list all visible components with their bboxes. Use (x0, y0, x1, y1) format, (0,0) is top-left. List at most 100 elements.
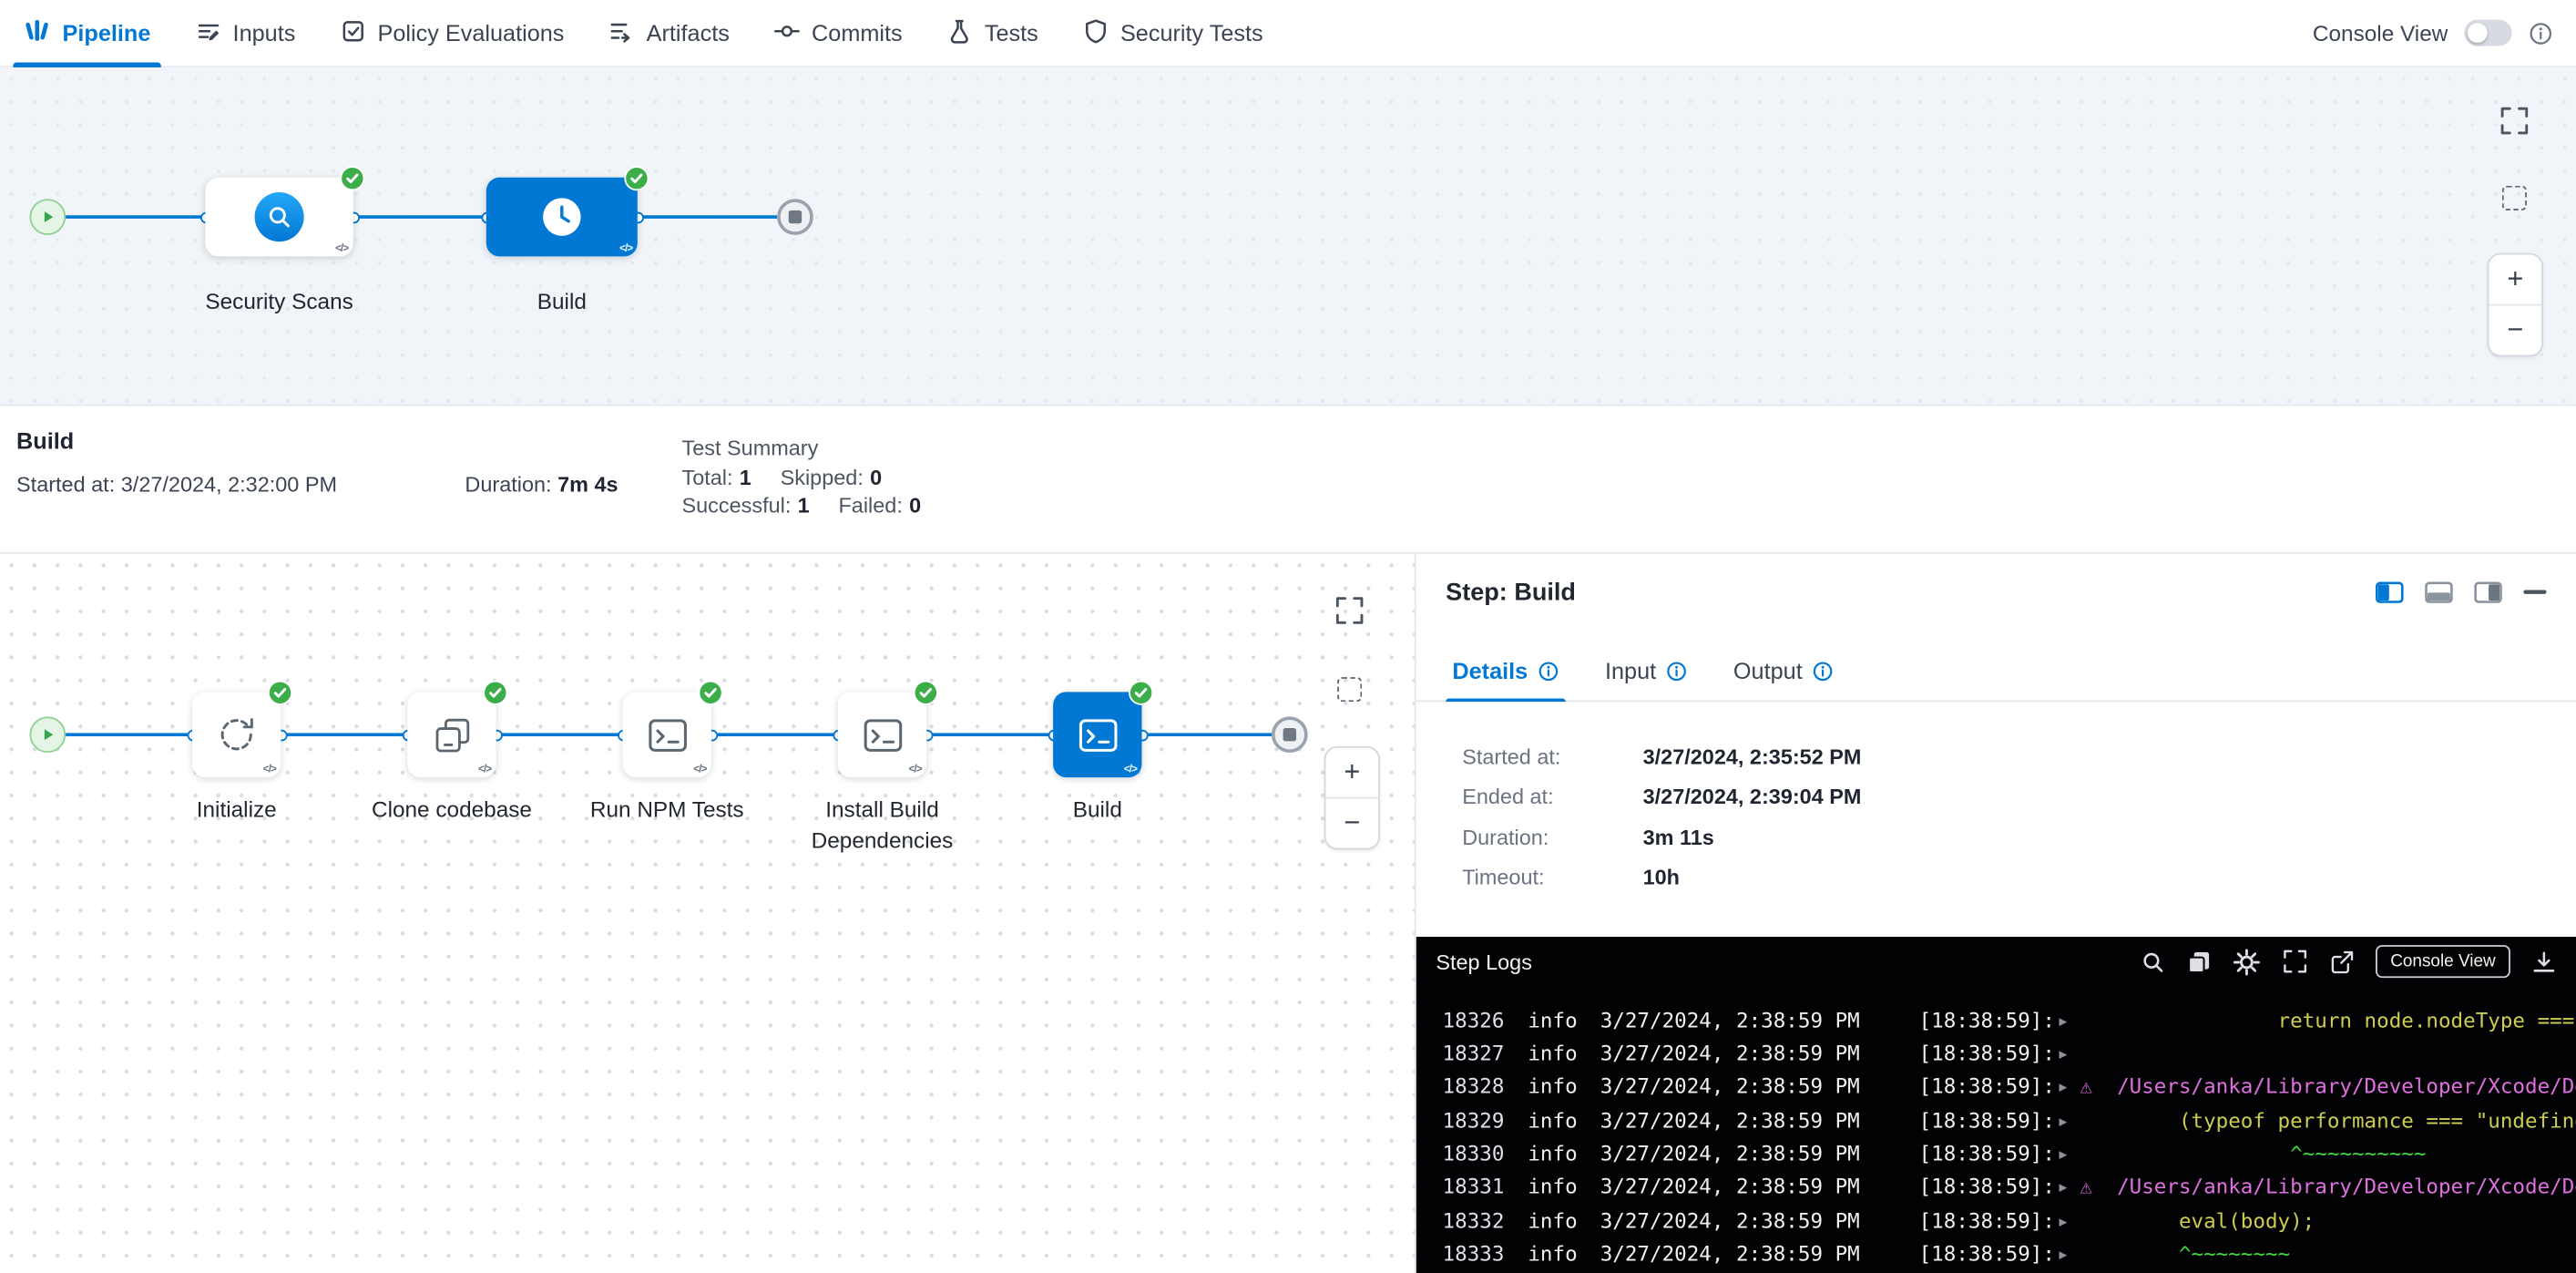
layout-split-left-icon[interactable] (2376, 581, 2404, 602)
log-line: 18327 info 3/27/2024, 2:38:59 PM [18:38:… (1416, 1036, 2576, 1070)
selection-tool-button[interactable] (2502, 186, 2527, 210)
shield-icon (1082, 17, 1109, 48)
log-expand-arrow[interactable]: ▸ (2057, 1041, 2080, 1065)
detail-row-started: Started at:3/27/2024, 2:35:52 PM (1462, 744, 1861, 769)
log-line: 18332 info 3/27/2024, 2:38:59 PM [18:38:… (1416, 1203, 2576, 1237)
tab-details[interactable]: Details (1452, 641, 1559, 700)
tab-tests[interactable]: Tests (946, 0, 1038, 67)
zoom-out-button[interactable]: − (2489, 304, 2541, 355)
log-expand-arrow[interactable]: ▸ (2057, 1174, 2080, 1198)
code-step-icon: </> (263, 765, 276, 776)
security-scan-icon (255, 192, 304, 241)
tab-artifacts-label: Artifacts (647, 20, 730, 46)
detail-row-ended: Ended at:3/27/2024, 2:39:04 PM (1462, 784, 1861, 808)
selection-tool-button[interactable] (1337, 677, 1362, 702)
tab-pipeline[interactable]: Pipeline (23, 0, 150, 67)
stop-icon (789, 210, 802, 223)
open-in-new-icon[interactable] (2329, 950, 2354, 974)
success-check-badge (268, 681, 292, 705)
log-line: 18326 info 3/27/2024, 2:38:59 PM [18:38:… (1416, 1002, 2576, 1036)
log-date: 3/27/2024, 2:38:59 PM (1600, 1107, 1906, 1132)
log-expand-arrow[interactable]: ▸ (2057, 1141, 2080, 1165)
tab-artifacts[interactable]: Artifacts (608, 0, 730, 67)
fullscreen-icon[interactable] (2282, 949, 2308, 975)
success-check-badge (483, 681, 507, 705)
minimize-panel-icon[interactable] (2523, 590, 2546, 596)
download-icon[interactable] (2531, 950, 2556, 974)
tab-commits[interactable]: Commits (774, 0, 903, 67)
tab-input[interactable]: Input (1605, 641, 1687, 700)
tab-output[interactable]: Output (1733, 641, 1834, 700)
edge (281, 733, 407, 736)
fullscreen-button[interactable] (1334, 595, 1365, 626)
zoom-controls: + − (2488, 253, 2543, 357)
summary-title: Build (16, 427, 74, 454)
log-level: info (1528, 1141, 1583, 1165)
log-timestamp: [18:38:59]: (1919, 1141, 2058, 1165)
log-expand-arrow[interactable]: ▸ (2057, 1241, 2080, 1266)
settings-gear-icon[interactable] (2233, 948, 2261, 976)
stage-node-security-scans[interactable]: </> (205, 178, 353, 257)
detail-row-duration: Duration:3m 11s (1462, 825, 1714, 849)
log-line-number: 18330 (1443, 1141, 1508, 1165)
clone-icon (431, 714, 472, 755)
info-icon (1666, 660, 1687, 681)
info-icon[interactable] (2529, 21, 2553, 46)
tab-policy-evaluations[interactable]: Policy Evaluations (340, 0, 564, 67)
console-view-toggle[interactable] (2464, 20, 2511, 46)
page: Pipeline Inputs Policy Evaluations Artif… (0, 0, 2576, 1273)
step-logs-console: Step Logs Console View (1416, 937, 2576, 1273)
tab-security-tests[interactable]: Security Tests (1082, 0, 1262, 67)
zoom-in-button[interactable]: + (1326, 748, 1379, 797)
stage-node-build[interactable]: </> (486, 178, 638, 257)
test-summary-title: Test Summary (681, 436, 818, 460)
search-icon[interactable] (2141, 950, 2165, 974)
edge (66, 215, 205, 219)
stage-node-label: Security Scans (156, 288, 403, 319)
log-expand-arrow[interactable]: ▸ (2057, 1207, 2080, 1232)
step-node-build[interactable]: </> (1053, 692, 1141, 777)
policy-check-icon (340, 17, 366, 48)
step-node-run-npm-tests[interactable]: </> (623, 692, 711, 777)
stage-pipeline-canvas[interactable]: </> Security Scans </> Build + − (0, 67, 2576, 405)
play-icon (39, 726, 56, 743)
log-line-number: 18326 (1443, 1007, 1508, 1032)
tab-tests-label: Tests (985, 20, 1038, 46)
copy-icon[interactable] (2187, 950, 2212, 974)
console-view-button[interactable]: Console View (2376, 945, 2510, 978)
console-header: Step Logs Console View (1416, 937, 2576, 986)
terminal-icon (1075, 713, 1119, 757)
log-level: info (1528, 1041, 1583, 1065)
layout-split-bottom-icon[interactable] (2425, 581, 2453, 602)
detail-row-timeout: Timeout:10h (1462, 865, 1680, 889)
log-line-number: 18332 (1443, 1207, 1508, 1232)
step-node-clone-codebase[interactable]: </> (407, 692, 496, 777)
step-node-initialize[interactable]: </> (192, 692, 281, 777)
zoom-in-button[interactable]: + (2489, 255, 2541, 304)
log-content: ^~~~~~~~~~~ (2080, 1141, 2576, 1165)
log-line: 18330 info 3/27/2024, 2:38:59 PM [18:38:… (1416, 1136, 2576, 1170)
success-check-badge (1129, 681, 1153, 705)
log-expand-arrow[interactable]: ▸ (2057, 1007, 2080, 1032)
info-icon (1813, 660, 1834, 681)
console-title: Step Logs (1436, 950, 1532, 974)
step-node-label: Run NPM Tests (568, 796, 765, 826)
log-expand-arrow[interactable]: ▸ (2057, 1073, 2080, 1098)
log-content: ⚠ /Users/anka/Library/Developer/Xcode/De… (2080, 1174, 2576, 1198)
execution-graph-canvas[interactable]: </> Initialize </> Clone codebase </> Ru… (0, 554, 1416, 1273)
log-expand-arrow[interactable]: ▸ (2057, 1107, 2080, 1132)
step-node-install-build-dependencies[interactable]: </> (838, 692, 926, 777)
log-level: info (1528, 1073, 1583, 1098)
build-stage-icon (539, 194, 586, 241)
zoom-out-button[interactable]: − (1326, 797, 1379, 848)
layout-split-right-icon[interactable] (2474, 581, 2502, 602)
log-content: ^~~~~~~~~ (2080, 1241, 2576, 1266)
test-summary-row-1: Total:1 Skipped:0 (681, 465, 905, 489)
tab-inputs[interactable]: Inputs (195, 0, 295, 67)
summary-started: Started at: 3/27/2024, 2:32:00 PM (16, 472, 337, 497)
fullscreen-button[interactable] (2499, 105, 2530, 136)
code-step-icon: </> (478, 765, 491, 776)
log-line: 18333 info 3/27/2024, 2:38:59 PM [18:38:… (1416, 1237, 2576, 1270)
log-date: 3/27/2024, 2:38:59 PM (1600, 1007, 1906, 1032)
pipeline-start-node (29, 199, 66, 235)
